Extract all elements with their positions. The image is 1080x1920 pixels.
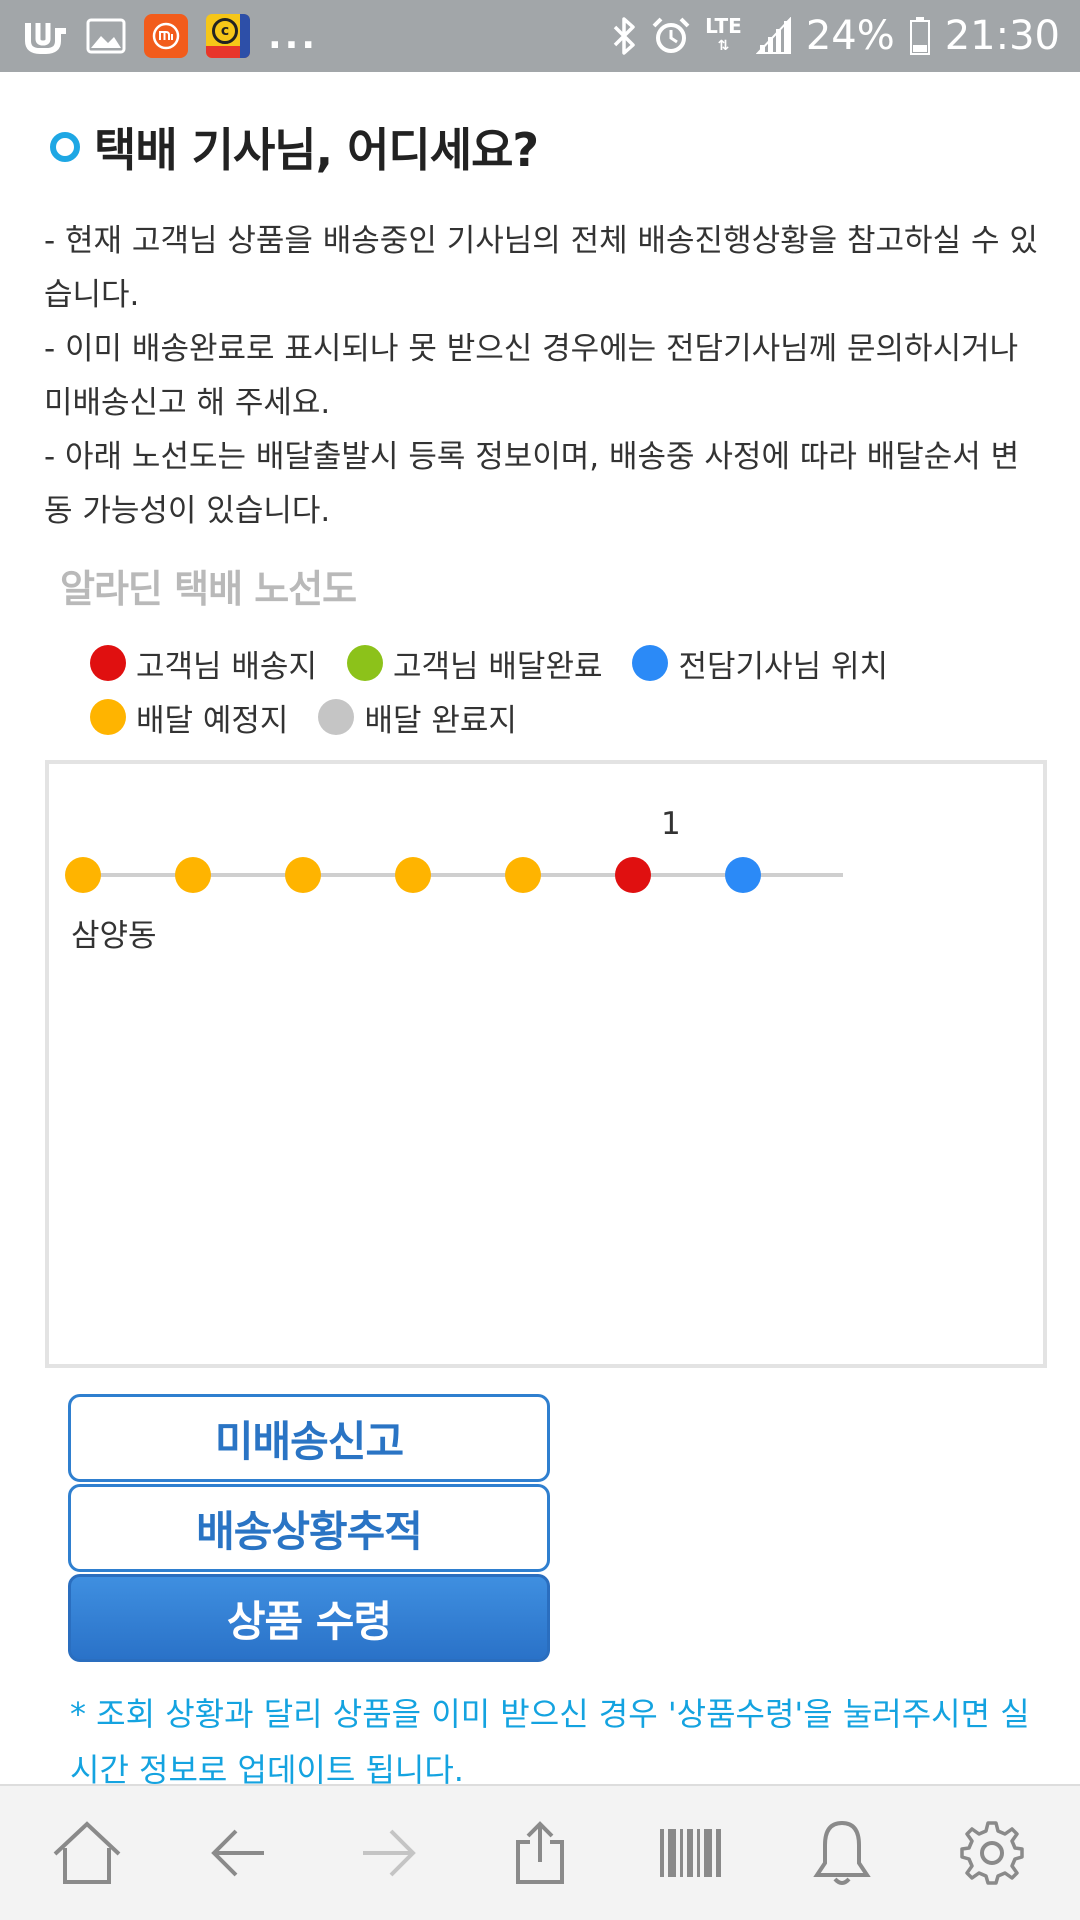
legend-item-customer-destination: 고객님 배송지 [90, 641, 317, 686]
confirm-receipt-button[interactable]: 상품 수령 [68, 1574, 550, 1662]
ring-bullet-icon [50, 132, 80, 162]
legend-item-completed: 배달 완료지 [318, 695, 517, 740]
notifications-button[interactable] [792, 1803, 892, 1903]
legend-label: 고객님 배송지 [136, 648, 317, 685]
route-stop [285, 857, 321, 893]
route-map: 1 삼양동 [45, 760, 1047, 1368]
page-content: 택배 기사님, 어디세요? - 현재 고객님 상품을 배송중인 기사님의 전체 … [0, 72, 1080, 1784]
route-stop [175, 857, 211, 893]
alarm-icon [652, 17, 690, 53]
blue-dot-icon [632, 645, 669, 681]
legend-label: 전담기사님 위치 [678, 648, 888, 685]
route-stop-count: 1 [661, 806, 681, 842]
battery-percent: 24% [805, 13, 895, 59]
barcode-icon [659, 1829, 721, 1877]
footnote: * 조회 상황과 달리 상품을 이미 받으신 경우 '상품수령'을 눌러주시면 … [70, 1695, 1030, 1784]
home-icon [54, 1821, 121, 1884]
mi-app-icon [144, 14, 188, 58]
browser-toolbar [0, 1784, 1080, 1920]
copyright-app-icon: c [206, 14, 250, 58]
bluetooth-icon [613, 17, 635, 55]
route-legend: 고객님 배송지 고객님 배달완료 전담기사님 위치 배달 예정지 배달 완료지 [90, 636, 1050, 744]
note-line: - 아래 노선도는 배달출발시 등록 정보이며, 배송중 사정에 따라 배달순서… [44, 439, 1020, 529]
forward-arrow-icon [363, 1829, 416, 1877]
route-stop [65, 857, 101, 893]
barcode-button[interactable] [641, 1803, 741, 1903]
notification-overflow: ... [268, 15, 319, 57]
legend-label: 배달 완료지 [364, 702, 517, 739]
route-stop [725, 857, 761, 893]
route-heading: 알라딘 택배 노선도 [60, 567, 357, 611]
legend-item-driver-location: 전담기사님 위치 [632, 641, 888, 686]
track-delivery-button[interactable]: 배송상황추적 [68, 1484, 550, 1572]
signal-icon [755, 17, 791, 54]
legend-item-customer-delivered: 고객님 배달완료 [346, 641, 603, 686]
legend-label: 배달 예정지 [136, 702, 289, 739]
note-line: - 이미 배송완료로 표시되나 못 받으신 경우에는 전담기사님께 문의하시거나… [44, 331, 1019, 421]
green-dot-icon [346, 645, 383, 681]
forward-button[interactable] [339, 1803, 439, 1903]
status-bar-notifications: c ... [22, 12, 318, 60]
section-title: 택배 기사님, 어디세요? [50, 114, 539, 180]
legend-item-scheduled: 배달 예정지 [90, 695, 288, 740]
back-button[interactable] [188, 1803, 288, 1903]
route-stop [505, 857, 541, 893]
note-line: - 현재 고객님 상품을 배송중인 기사님의 전체 배송진행상황을 참고하실 수… [44, 223, 1038, 313]
bell-icon [812, 1820, 871, 1885]
route-start-label: 삼양동 [71, 918, 157, 954]
uplus-app-icon [25, 23, 66, 54]
gray-dot-icon [318, 699, 355, 735]
settings-button[interactable] [942, 1803, 1042, 1903]
page-title: 택배 기사님, 어디세요? [94, 123, 539, 177]
legend-label: 고객님 배달완료 [392, 648, 603, 685]
info-notes: - 현재 고객님 상품을 배송중인 기사님의 전체 배송진행상황을 참고하실 수… [44, 214, 1044, 538]
share-icon [515, 1821, 564, 1884]
gallery-icon [86, 18, 126, 54]
clock: 21:30 [944, 13, 1060, 59]
back-arrow-icon [211, 1829, 265, 1877]
report-undelivered-button[interactable]: 미배송신고 [68, 1394, 550, 1482]
status-bar: c ... LTE ⇅ 24% 21:30 [0, 0, 1080, 72]
home-button[interactable] [37, 1803, 137, 1903]
route-stop [615, 857, 651, 893]
network-type: LTE ⇅ [705, 14, 742, 54]
share-button[interactable] [490, 1803, 590, 1903]
orange-dot-icon [90, 699, 126, 735]
gear-icon [960, 1821, 1025, 1885]
battery-icon [909, 17, 930, 55]
status-bar-system: LTE ⇅ 24% 21:30 [611, 10, 1060, 62]
red-dot-icon [90, 645, 126, 681]
route-stop [395, 857, 431, 893]
